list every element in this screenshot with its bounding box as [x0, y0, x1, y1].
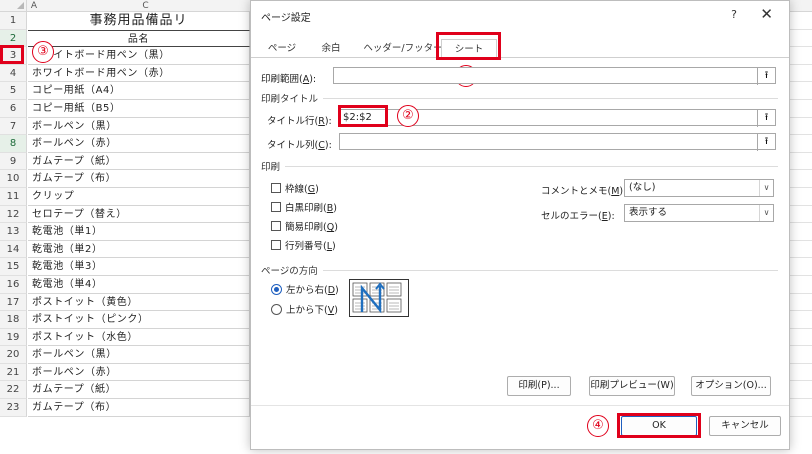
callout-2: ②: [397, 105, 419, 127]
tab-sheet-highlight: [436, 32, 501, 60]
title-rows-label: タイトル行(R):: [267, 116, 332, 127]
item-name-cell[interactable]: ホワイトボード用ペン（黒）: [28, 47, 250, 65]
cell-errors-label: セルのエラー(E):: [541, 211, 615, 222]
tab-margins[interactable]: 余白: [313, 39, 349, 58]
page-setup-dialog: ページ設定 ? ✕ ページ 余白 ヘッダー/フッター シート ① 印刷範囲(A)…: [250, 0, 790, 450]
print-section-divider: [285, 166, 778, 167]
item-name-cell[interactable]: 乾電池（単1）: [28, 223, 250, 241]
row-number[interactable]: 15: [0, 258, 27, 276]
row-number[interactable]: 1: [0, 12, 27, 30]
item-name-cell[interactable]: 乾電池（単3）: [28, 258, 250, 276]
row-number[interactable]: 7: [0, 117, 27, 136]
help-icon[interactable]: ?: [731, 8, 737, 21]
item-name-cell[interactable]: 乾電池（単2）: [28, 240, 250, 259]
page-order-section: ページの方向: [261, 266, 318, 277]
item-name-cell[interactable]: クリップ: [28, 187, 250, 206]
chevron-down-icon: ∨: [759, 205, 773, 221]
row-number[interactable]: 14: [0, 240, 27, 259]
title-cols-input[interactable]: [339, 133, 776, 150]
print-button[interactable]: 印刷(P)...: [507, 376, 571, 396]
tab-bar: ページ 余白 ヘッダー/フッター シート: [251, 34, 789, 58]
row-number[interactable]: 5: [0, 82, 27, 100]
black-white-checkbox[interactable]: 白黒印刷(B): [271, 200, 337, 214]
print-area-input[interactable]: [333, 67, 776, 84]
item-name-cell[interactable]: ポストイット（ピンク）: [28, 311, 250, 329]
gridlines-checkbox[interactable]: 枠線(G): [271, 181, 319, 195]
ok-button-highlight: [617, 413, 701, 438]
row-number[interactable]: 10: [0, 170, 27, 188]
print-section: 印刷: [261, 162, 281, 173]
item-name-cell[interactable]: ガムテープ（布）: [28, 399, 250, 417]
row-number[interactable]: 12: [0, 205, 27, 224]
row-number[interactable]: 11: [0, 187, 27, 206]
chevron-down-icon: ∨: [759, 180, 773, 196]
options-button[interactable]: オプション(O)...: [691, 376, 771, 396]
title-cols-label: タイトル列(C):: [267, 140, 332, 151]
footer-divider: [251, 405, 789, 406]
row-number[interactable]: 23: [0, 399, 27, 417]
row-number[interactable]: 9: [0, 152, 27, 171]
item-name-cell[interactable]: コピー用紙（A4）: [28, 82, 250, 100]
sheet-title-cell[interactable]: 事務用品備品リ: [28, 12, 250, 30]
row-col-headings-checkbox[interactable]: 行列番号(L): [271, 238, 336, 252]
row-number[interactable]: 13: [0, 223, 27, 241]
cancel-button[interactable]: キャンセル: [709, 416, 781, 436]
item-name-cell[interactable]: ガムテープ（布）: [28, 170, 250, 188]
print-titles-section: 印刷タイトル: [261, 94, 319, 105]
row-number[interactable]: 6: [0, 99, 27, 118]
order-top-to-bottom-radio[interactable]: 上から下(V): [271, 302, 338, 316]
title-rows-picker-icon[interactable]: ⭱: [757, 110, 775, 127]
row-2-highlight: [0, 45, 24, 64]
dialog-title: ページ設定: [261, 13, 311, 24]
item-name-cell[interactable]: ボールペン（赤）: [28, 363, 250, 382]
title-rows-highlight: [338, 105, 388, 127]
item-name-cell[interactable]: 乾電池（単4）: [28, 275, 250, 294]
page-order-divider: [323, 270, 778, 271]
row-number[interactable]: 8: [0, 135, 27, 153]
row-number[interactable]: 18: [0, 311, 27, 329]
column-header-a[interactable]: A: [27, 0, 41, 12]
title-cols-picker-icon[interactable]: ⭱: [757, 134, 775, 151]
column-header-c[interactable]: C: [41, 0, 250, 12]
callout-4: ④: [587, 415, 609, 437]
print-area-picker-icon[interactable]: ⭱: [757, 68, 775, 85]
row-number[interactable]: 17: [0, 293, 27, 312]
header-cell[interactable]: 品名: [28, 29, 250, 48]
order-left-to-right-radio[interactable]: 左から右(D): [271, 282, 339, 296]
cell-errors-select[interactable]: 表示する ∨: [624, 204, 774, 222]
item-name-cell[interactable]: ボールペン（赤）: [28, 135, 250, 153]
item-name-cell[interactable]: ボールペン（黒）: [28, 346, 250, 364]
callout-3: ③: [32, 41, 54, 63]
item-name-cell[interactable]: ポストイット（黄色）: [28, 293, 250, 312]
comments-label: コメントとメモ(M):: [541, 186, 627, 197]
row-number[interactable]: 19: [0, 328, 27, 347]
row-number[interactable]: 22: [0, 381, 27, 400]
item-name-cell[interactable]: ガムテープ（紙）: [28, 381, 250, 400]
tab-page[interactable]: ページ: [263, 39, 301, 58]
row-number[interactable]: 4: [0, 64, 27, 83]
print-titles-divider: [323, 98, 778, 99]
item-name-cell[interactable]: ガムテープ（紙）: [28, 152, 250, 171]
row-number[interactable]: 20: [0, 346, 27, 364]
page-order-preview-icon: [349, 279, 409, 317]
print-area-label: 印刷範囲(A):: [261, 74, 317, 85]
comments-select[interactable]: (なし) ∨: [624, 179, 774, 197]
item-name-cell[interactable]: コピー用紙（B5）: [28, 99, 250, 118]
tab-header-footer[interactable]: ヘッダー/フッター: [363, 39, 443, 58]
item-name-cell[interactable]: ホワイトボード用ペン（赤）: [28, 64, 250, 83]
select-all-corner[interactable]: [0, 0, 27, 12]
print-preview-button[interactable]: 印刷プレビュー(W): [589, 376, 675, 396]
item-name-cell[interactable]: セロテープ（替え）: [28, 205, 250, 224]
close-icon[interactable]: ✕: [760, 5, 773, 23]
item-name-cell[interactable]: ポストイット（水色）: [28, 328, 250, 347]
row-number[interactable]: 16: [0, 275, 27, 294]
draft-quality-checkbox[interactable]: 簡易印刷(Q): [271, 219, 338, 233]
row-number[interactable]: 21: [0, 363, 27, 382]
item-name-cell[interactable]: ボールペン（黒）: [28, 117, 250, 136]
